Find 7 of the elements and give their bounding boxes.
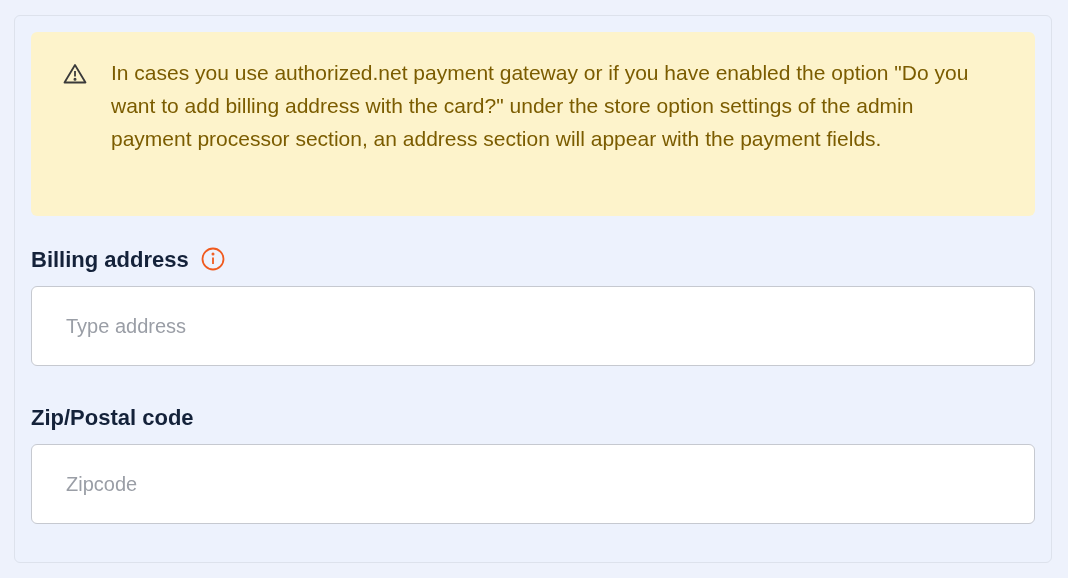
warning-icon bbox=[63, 63, 87, 84]
text-input-field[interactable]: Type address bbox=[31, 286, 1035, 366]
field-label: Zip/Postal code bbox=[31, 403, 194, 432]
notice-text: In cases you use authorized.net payment gateway or if you have enabled the option "Do you want to add billing address with the card?" under the store option settings of the admin payment processor section, an address section will appear with the payment fields. bbox=[111, 60, 970, 152]
info-icon[interactable] bbox=[200, 247, 225, 271]
text-input-field[interactable]: Zipcode bbox=[31, 444, 1035, 524]
field-label: Billing address bbox=[31, 245, 189, 274]
